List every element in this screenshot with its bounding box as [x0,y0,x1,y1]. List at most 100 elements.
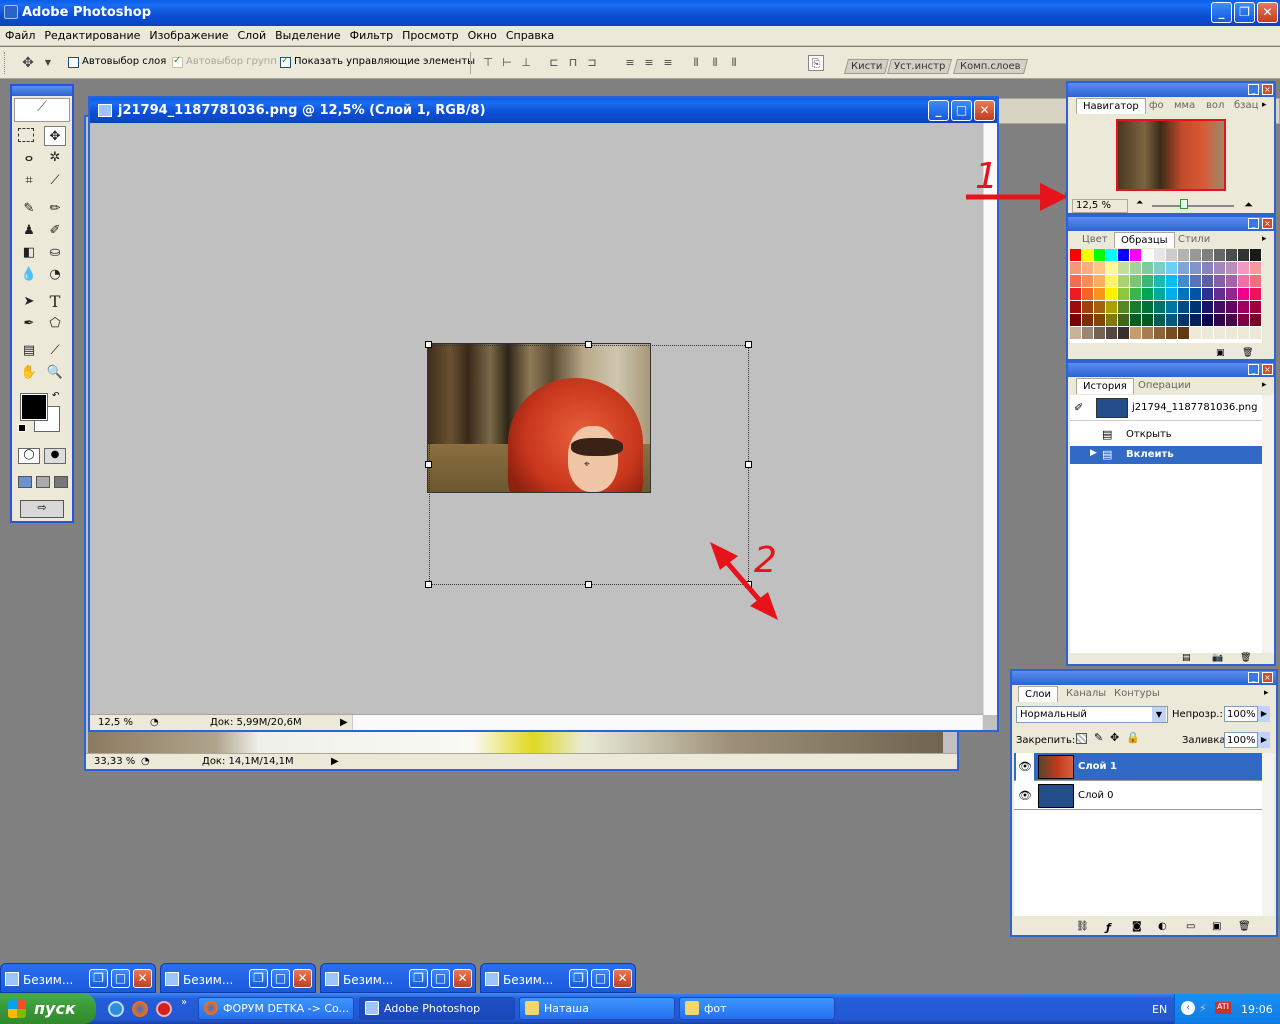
tray-network-icon[interactable]: ATI [1215,1002,1231,1014]
color-swatch[interactable] [1178,262,1189,274]
delete-swatch-icon[interactable]: 🗑 [1242,348,1253,358]
minimized-document[interactable]: Безим... ❐ □ ✕ [480,963,636,993]
color-swatch[interactable] [1226,275,1237,287]
color-swatch[interactable] [1154,262,1165,274]
color-swatch[interactable] [1118,301,1129,313]
color-swatch[interactable] [1070,314,1081,326]
firefox-quicklaunch-icon[interactable] [132,1001,148,1017]
color-swatch[interactable] [1082,327,1093,339]
panel-close-button[interactable]: × [1262,364,1273,375]
color-swatch[interactable] [1190,262,1201,274]
color-swatch[interactable] [1178,301,1189,313]
color-swatch[interactable] [1082,249,1093,261]
ie-quicklaunch-icon[interactable] [108,1001,124,1017]
history-brush-source-icon[interactable]: ✐ [1074,401,1083,414]
new-swatch-icon[interactable]: ▣ [1216,348,1225,358]
task-firefox[interactable]: ФОРУМ DETKA -> Co... [198,997,354,1020]
color-swatch[interactable] [1202,314,1213,326]
minimized-document[interactable]: Безим... ❐ □ ✕ [160,963,316,993]
maximize-button[interactable]: □ [591,969,610,988]
color-swatch[interactable] [1142,275,1153,287]
color-swatch[interactable] [1166,288,1177,300]
history-state[interactable]: ▤ Открыть [1070,426,1262,444]
color-swatch[interactable] [1250,301,1261,313]
close-button[interactable]: ✕ [293,969,312,988]
task-photoshop[interactable]: Adobe Photoshop [359,997,515,1020]
tray-app-icon[interactable]: ⚡ [1199,1002,1207,1015]
tab-paths[interactable]: Контуры [1108,686,1166,701]
color-swatch[interactable] [1214,301,1225,313]
history-state-selected[interactable]: ▶ ▤ Вклеить [1070,446,1262,464]
color-swatch[interactable] [1190,249,1201,261]
color-swatch[interactable] [1094,262,1105,274]
color-swatch[interactable] [1214,262,1225,274]
color-swatch[interactable] [1226,327,1237,339]
color-swatch[interactable] [1238,314,1249,326]
color-swatch[interactable] [1238,301,1249,313]
vertical-scrollbar[interactable] [1262,753,1274,916]
color-swatch[interactable] [1226,262,1237,274]
color-swatch[interactable] [1190,275,1201,287]
color-swatch[interactable] [1142,314,1153,326]
color-swatch[interactable] [1070,262,1081,274]
language-indicator[interactable]: EN [1152,1003,1167,1016]
new-layer-icon[interactable]: ▣ [1212,921,1221,932]
tray-expand-icon[interactable]: ‹ [1181,1001,1195,1015]
color-swatch[interactable] [1130,275,1141,287]
color-swatch[interactable] [1130,288,1141,300]
zoom-out-icon[interactable]: ⏶ [1136,198,1143,208]
color-swatch[interactable] [1118,327,1129,339]
color-swatch[interactable] [1130,262,1141,274]
layer-mask-icon[interactable]: ◙ [1132,921,1142,932]
color-swatch[interactable] [1250,288,1261,300]
layer-style-icon[interactable]: ƒ [1106,921,1111,934]
panel-title-bar[interactable]: _ × [1068,217,1274,231]
task-folder[interactable]: Наташа [519,997,675,1020]
link-layers-icon[interactable]: ⛓ [1076,921,1089,932]
clock[interactable]: 19:06 [1241,1003,1273,1016]
tab-layers[interactable]: Слои [1018,686,1058,702]
color-swatch[interactable] [1118,314,1129,326]
color-swatch[interactable] [1142,327,1153,339]
color-swatch[interactable] [1094,249,1105,261]
color-swatch[interactable] [1154,288,1165,300]
color-swatch[interactable] [1130,301,1141,313]
color-swatch[interactable] [1070,275,1081,287]
color-swatch[interactable] [1154,249,1165,261]
tab-swatches[interactable]: Образцы [1114,232,1175,248]
color-swatch[interactable] [1178,314,1189,326]
panel-minimize-button[interactable]: _ [1248,218,1259,229]
start-button[interactable]: пуск [0,994,96,1024]
close-button[interactable]: ✕ [133,969,152,988]
color-swatch[interactable] [1166,249,1177,261]
navigator-thumbnail[interactable] [1116,119,1226,191]
restore-button[interactable]: ❐ [89,969,108,988]
layer-name[interactable]: Слой 0 [1078,790,1114,801]
color-swatch[interactable] [1130,314,1141,326]
maximize-button[interactable]: □ [111,969,130,988]
color-swatch[interactable] [1202,301,1213,313]
color-swatch[interactable] [1094,301,1105,313]
color-swatch[interactable] [1094,314,1105,326]
color-swatch[interactable] [1082,262,1093,274]
opera-quicklaunch-icon[interactable] [156,1001,172,1017]
lock-transparency-icon[interactable] [1076,733,1087,744]
color-swatch[interactable] [1250,314,1261,326]
color-swatch[interactable] [1250,262,1261,274]
panel-menu-icon[interactable]: ▸ [1264,688,1269,698]
color-swatch[interactable] [1106,301,1117,313]
color-swatch[interactable] [1214,288,1225,300]
restore-button[interactable]: ❐ [409,969,428,988]
color-swatch[interactable] [1166,327,1177,339]
color-swatch[interactable] [1070,301,1081,313]
color-swatch[interactable] [1082,314,1093,326]
color-swatch[interactable] [1118,262,1129,274]
tab-color[interactable]: Цвет [1076,232,1114,247]
color-swatch[interactable] [1070,327,1081,339]
zoom-in-icon[interactable]: ⏶ [1244,198,1253,212]
color-swatch[interactable] [1202,275,1213,287]
panel-menu-icon[interactable]: ▸ [1262,380,1267,390]
new-snapshot-icon[interactable]: 📷 [1212,653,1223,663]
color-swatch[interactable] [1202,249,1213,261]
color-swatch[interactable] [1250,249,1261,261]
